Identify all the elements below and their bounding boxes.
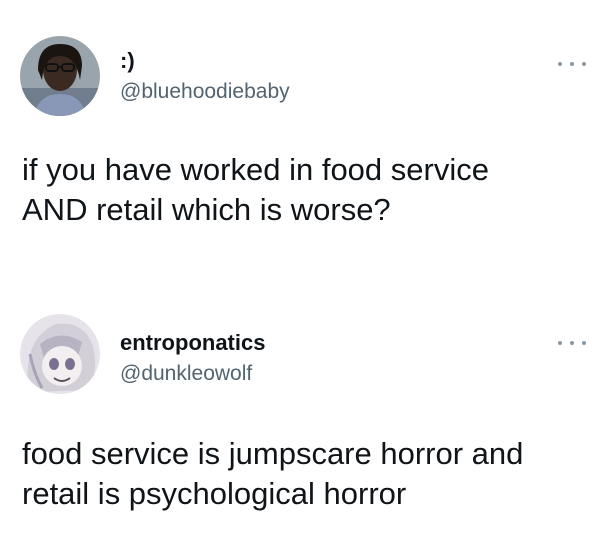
tweet-text: if you have worked in food service AND r…	[22, 152, 489, 227]
tweet-text: food service is jumpscare horror and ret…	[22, 436, 524, 511]
avatar-bluehoodiebaby[interactable]	[20, 36, 100, 116]
dot	[570, 62, 574, 66]
display-name[interactable]: entroponatics	[120, 330, 265, 356]
dot	[558, 341, 562, 345]
more-options-icon[interactable]	[558, 337, 586, 349]
avatar-dunkleowolf[interactable]	[20, 314, 100, 394]
user-handle[interactable]: @bluehoodiebaby	[120, 80, 290, 104]
dot	[582, 62, 586, 66]
user-avatar-photo-icon	[20, 36, 100, 116]
more-options-icon[interactable]	[558, 58, 586, 70]
anime-character-avatar-icon	[20, 314, 100, 394]
tweet-original: :) @bluehoodiebaby if you have worked in…	[0, 0, 600, 260]
tweet-reply: entroponatics @dunkleowolf food service …	[0, 300, 600, 552]
dot	[558, 62, 562, 66]
dot	[570, 341, 574, 345]
display-name[interactable]: :)	[120, 48, 135, 74]
dot	[582, 341, 586, 345]
user-handle[interactable]: @dunkleowolf	[120, 362, 252, 386]
